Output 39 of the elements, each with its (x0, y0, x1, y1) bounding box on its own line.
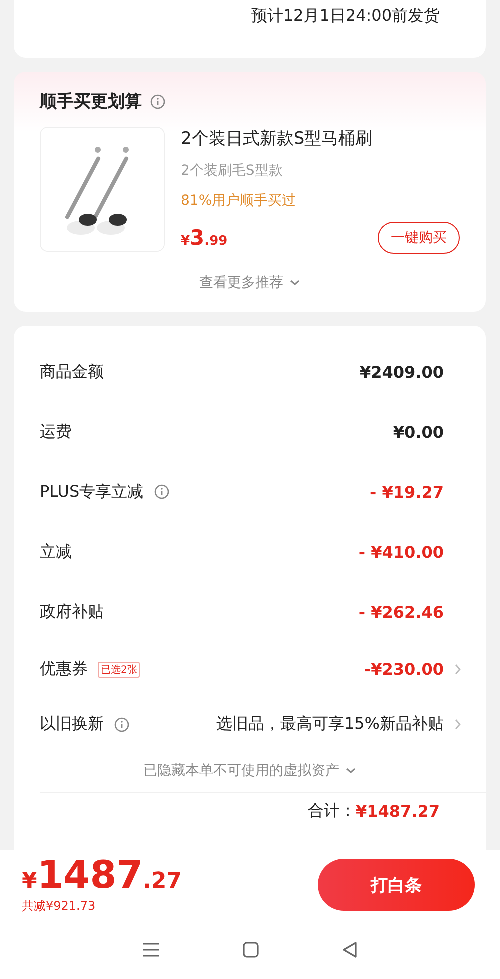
row-label: 以旧换新 (40, 714, 104, 735)
savings-text: 共减¥921.73 (22, 898, 97, 914)
purchase-rate: 81%用户顺手买过 (181, 192, 298, 210)
hidden-assets-toggle[interactable]: 已隐藏本单不可使用的虚拟资产 (144, 762, 340, 780)
menu-icon[interactable] (140, 942, 161, 958)
row-label: PLUS专享立减 (40, 482, 144, 502)
total-value: ¥1487.27 (356, 802, 440, 821)
row-label: 商品金额 (40, 362, 104, 382)
info-icon[interactable] (114, 716, 130, 732)
shipping-estimate: 预计12月1日24:00前发货 (251, 6, 440, 27)
chevron-down-icon[interactable] (288, 279, 300, 287)
coupon-tag: 已选2张 (98, 662, 140, 678)
row-value: - ¥410.00 (358, 542, 444, 562)
section-title: 顺手买更划算 (40, 91, 142, 113)
row-value: ¥0.00 (392, 422, 444, 442)
home-icon[interactable] (242, 940, 260, 958)
row-value: ¥2409.00 (358, 362, 444, 382)
row-value[interactable]: 选旧品，最高可享15%新品补贴 (130, 714, 444, 735)
pay-button[interactable]: 打白条 (318, 859, 475, 911)
product-price: ¥3.99 (181, 226, 228, 250)
info-icon[interactable] (150, 94, 166, 110)
row-value: - ¥262.46 (358, 602, 444, 622)
row-value[interactable]: -¥230.00 (140, 660, 444, 679)
row-label: 优惠券 (40, 659, 88, 680)
total-price: ¥1487.27 (22, 856, 182, 894)
row-label: 政府补贴 (40, 602, 104, 622)
total-label: 合计： (308, 801, 356, 822)
row-label: 立减 (40, 542, 72, 562)
chevron-down-icon[interactable] (344, 767, 356, 775)
back-icon[interactable] (341, 940, 360, 958)
product-variant: 2个装刷毛S型款 (181, 162, 284, 180)
chevron-right-icon[interactable] (454, 663, 462, 676)
info-icon[interactable] (154, 484, 170, 500)
row-value: - ¥19.27 (369, 482, 444, 502)
row-label: 运费 (40, 422, 72, 442)
buy-now-button[interactable]: 一键购买 (378, 222, 460, 254)
product-name[interactable]: 2个装日式新款S型马桶刷 (181, 127, 460, 150)
more-recommendations-link[interactable]: 查看更多推荐 (200, 274, 284, 292)
chevron-right-icon[interactable] (454, 718, 462, 731)
